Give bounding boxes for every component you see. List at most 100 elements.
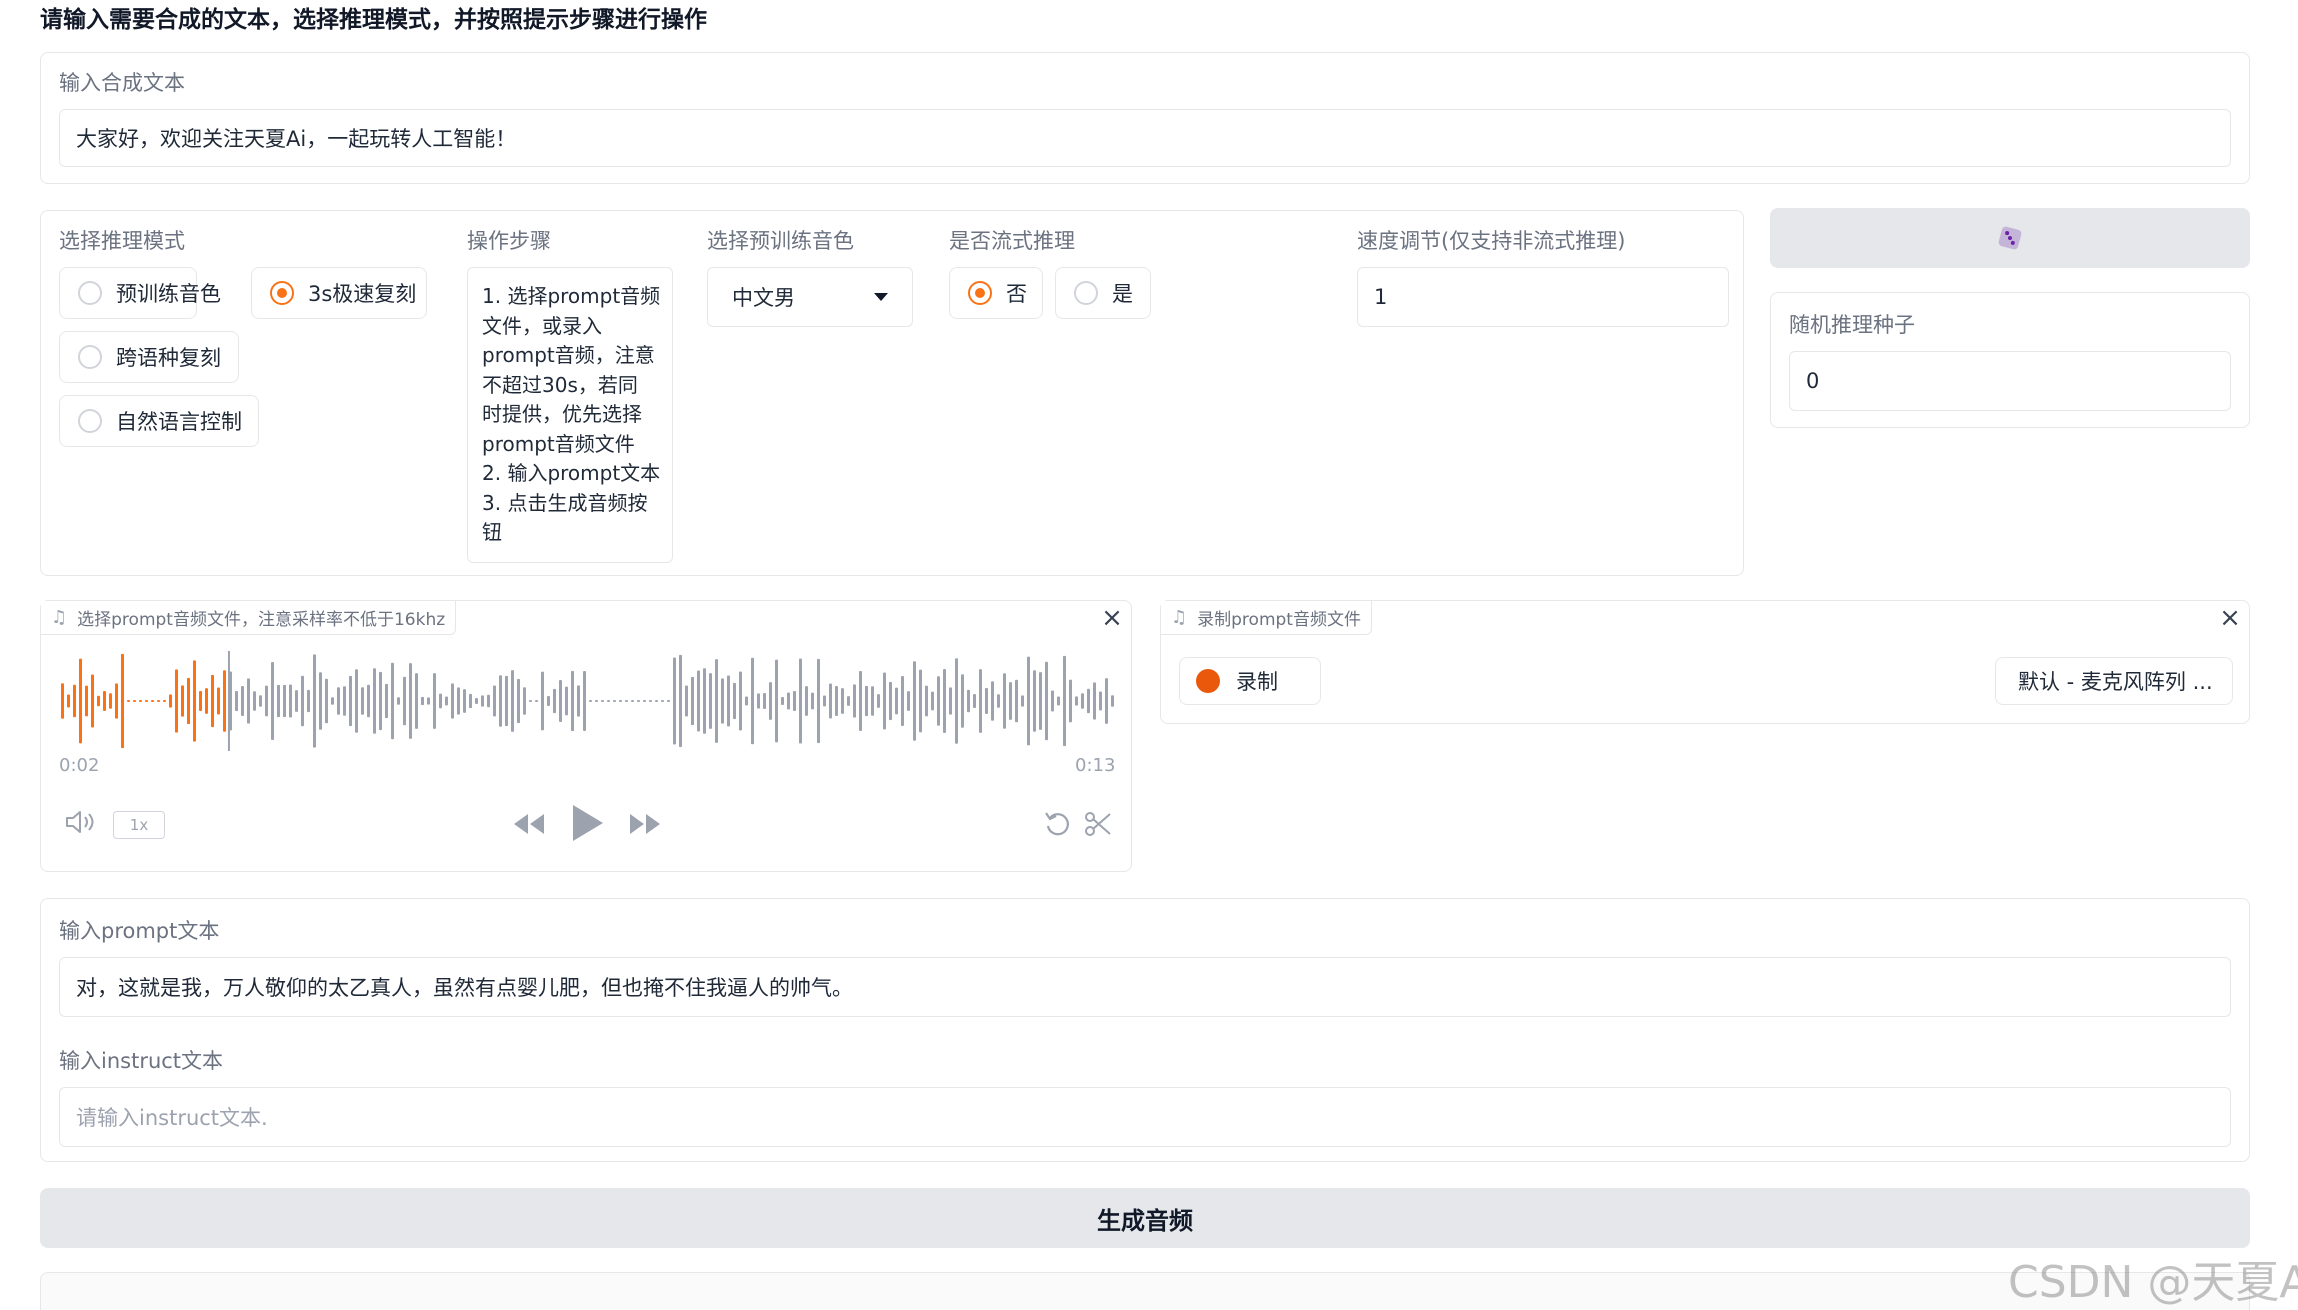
waveform-bar xyxy=(523,687,526,715)
tts-text-input[interactable]: 大家好，欢迎关注天夏Ai，一起玩转人工智能！ xyxy=(59,109,2231,167)
waveform-bar xyxy=(601,700,604,702)
waveform-bar xyxy=(133,700,136,702)
waveform-bar xyxy=(751,657,754,745)
step-line: 3. 点击生成音频按 xyxy=(482,490,648,515)
waveform-bar xyxy=(145,700,148,702)
waveform-bar xyxy=(835,685,838,717)
close-icon[interactable]: × xyxy=(2217,605,2243,631)
waveform-bar xyxy=(529,700,532,702)
output-block xyxy=(40,1272,2250,1310)
radio-selected-icon xyxy=(968,281,992,305)
waveform-bar xyxy=(193,660,196,742)
prompt-block: 输入prompt文本 对，这就是我，万人敬仰的太乙真人，虽然有点婴儿肥，但也掩不… xyxy=(40,898,2250,1162)
waveform-bar xyxy=(703,668,706,734)
mode-option-pretrained[interactable]: 预训练音色 xyxy=(59,267,221,319)
waveform-bar xyxy=(721,678,724,724)
waveform-bar xyxy=(613,700,616,702)
waveform-bar xyxy=(991,681,994,721)
waveform-bar xyxy=(325,678,328,724)
waveform-bar xyxy=(427,697,430,705)
waveform-bar xyxy=(481,695,484,707)
waveform-bar xyxy=(985,687,988,715)
stream-option-yes[interactable]: 是 xyxy=(1055,267,1151,319)
microphone-select[interactable]: 默认 - 麦克风阵列 ... xyxy=(1995,657,2233,705)
mode-option-label: 跨语种复刻 xyxy=(116,346,221,370)
radio-icon xyxy=(78,345,102,369)
upload-audio-tab: ♫ 选择prompt音频文件，注意采样率不低于16khz xyxy=(41,601,457,635)
waveform-bar xyxy=(853,684,856,718)
waveform-bar xyxy=(907,691,910,711)
music-note-icon: ♫ xyxy=(1171,607,1188,628)
waveform-bar xyxy=(445,696,448,706)
close-icon[interactable]: × xyxy=(1099,605,1125,631)
record-button[interactable]: 录制 xyxy=(1179,657,1321,705)
waveform-bar xyxy=(871,686,874,716)
mode-option-cross-lingual[interactable]: 跨语种复刻 xyxy=(59,331,239,383)
waveform-bar xyxy=(493,685,496,717)
waveform-bar xyxy=(511,670,514,732)
play-icon[interactable] xyxy=(569,803,605,843)
random-seed-button[interactable] xyxy=(1770,208,2250,268)
waveform-bar xyxy=(631,700,634,702)
waveform-bar xyxy=(469,693,472,709)
waveform-bar xyxy=(463,689,466,713)
seed-input[interactable]: 0 xyxy=(1789,351,2231,411)
waveform-bar xyxy=(457,687,460,715)
generate-audio-button[interactable]: 生成音频 xyxy=(40,1188,2250,1248)
waveform-bar xyxy=(499,675,502,727)
waveform-bar xyxy=(265,685,268,717)
waveform-bar xyxy=(643,700,646,702)
waveform-bar xyxy=(487,694,490,708)
waveform-bar xyxy=(1051,690,1054,712)
undo-icon[interactable] xyxy=(1043,809,1073,839)
waveform-bar xyxy=(187,677,190,725)
instruct-text-input[interactable]: 请输入instruct文本. xyxy=(59,1087,2231,1147)
waveform-bar xyxy=(301,675,304,727)
prompt-text-input[interactable]: 对，这就是我，万人敬仰的太乙真人，虽然有点婴儿肥，但也掩不住我逼人的帅气。 xyxy=(59,957,2231,1017)
waveform-bar xyxy=(403,676,406,726)
waveform[interactable] xyxy=(59,651,1115,751)
waveform-bar xyxy=(1009,682,1012,720)
fast-forward-icon[interactable] xyxy=(627,811,663,837)
voice-select[interactable]: 中文男 xyxy=(707,267,913,327)
waveform-bar xyxy=(715,659,718,743)
waveform-bar xyxy=(121,653,124,749)
waveform-bar xyxy=(157,700,160,702)
waveform-bar xyxy=(1063,655,1066,747)
waveform-bar xyxy=(727,675,730,727)
waveform-bar xyxy=(439,693,442,709)
rewind-icon[interactable] xyxy=(511,811,547,837)
step-line: 2. 输入prompt文本 xyxy=(482,461,661,485)
waveform-bar xyxy=(73,684,76,718)
step-line: 钮 xyxy=(482,520,502,544)
waveform-bar xyxy=(163,700,166,702)
mode-option-3s-clone[interactable]: 3s极速复刻 xyxy=(251,267,427,319)
waveform-bar xyxy=(391,662,394,740)
waveform-bar xyxy=(409,663,412,739)
scissors-icon[interactable] xyxy=(1083,809,1113,839)
playback-speed-button[interactable]: 1x xyxy=(113,811,165,839)
mode-option-instruct[interactable]: 自然语言控制 xyxy=(59,395,259,447)
waveform-bar xyxy=(505,675,508,727)
waveform-bar xyxy=(625,700,628,702)
waveform-bar xyxy=(127,700,130,702)
waveform-bar xyxy=(973,694,976,708)
waveform-bar xyxy=(967,689,970,713)
waveform-bar xyxy=(847,696,850,706)
upload-audio-block: ♫ 选择prompt音频文件，注意采样率不低于16khz × 0:02 0:13… xyxy=(40,600,1132,872)
stream-option-no[interactable]: 否 xyxy=(949,267,1043,319)
waveform-bar xyxy=(883,672,886,730)
waveform-bar xyxy=(175,669,178,733)
waveform-bar xyxy=(547,695,550,707)
waveform-bar xyxy=(349,675,352,727)
waveform-bar xyxy=(361,687,364,715)
waveform-bar xyxy=(685,685,688,717)
step-line: prompt音频文件 xyxy=(482,431,635,456)
waveform-bar xyxy=(283,684,286,718)
waveform-bar xyxy=(385,683,388,719)
mode-option-label: 3s极速复刻 xyxy=(308,282,417,306)
speed-input[interactable]: 1 xyxy=(1357,267,1729,327)
playhead[interactable] xyxy=(227,651,230,751)
waveform-bar xyxy=(679,654,682,748)
volume-icon[interactable] xyxy=(65,809,99,835)
